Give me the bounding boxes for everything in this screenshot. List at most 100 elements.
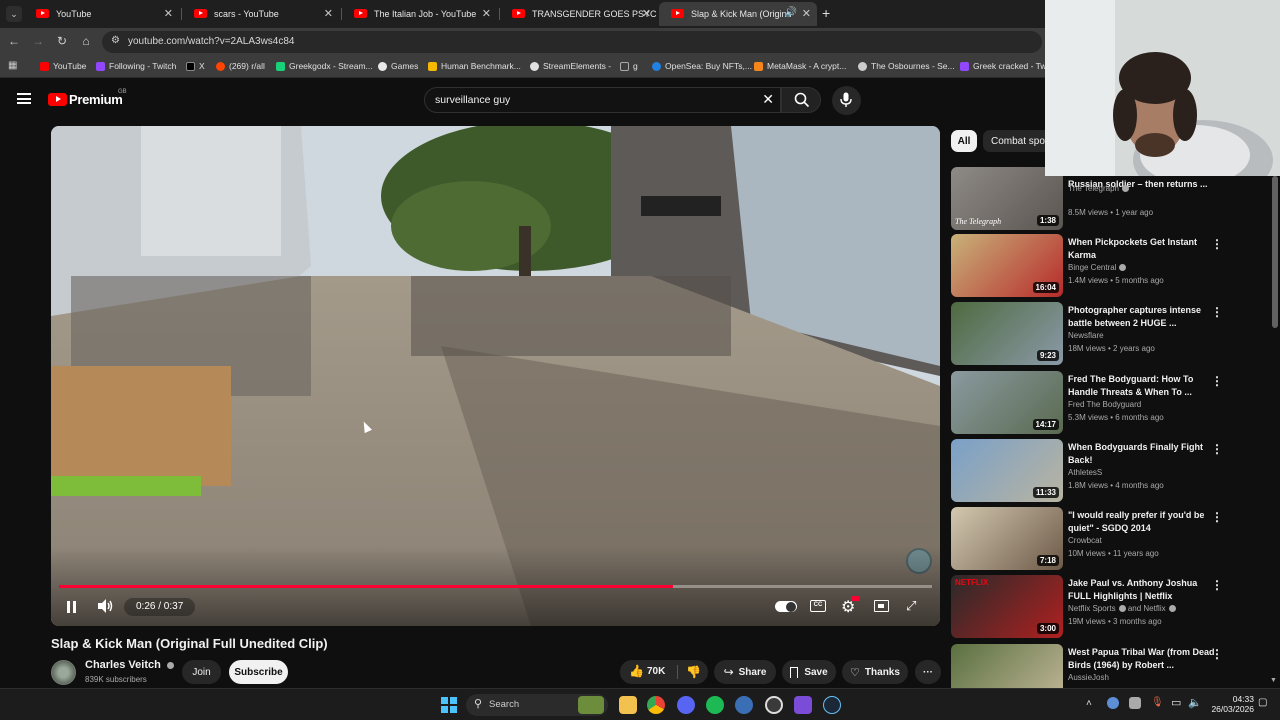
notifications-icon[interactable]: ▢ [1258, 697, 1267, 708]
browser-tab[interactable]: TRANSGENDER GOES PSYCHO ✕ [500, 2, 657, 26]
ccleaner-icon[interactable] [735, 696, 753, 714]
windows-start-icon[interactable] [440, 696, 458, 714]
close-tab-icon[interactable]: ✕ [482, 7, 491, 20]
address-bar[interactable]: ⚙ youtube.com/watch?v=2ALA3ws4c84 [102, 31, 1042, 53]
bookmark-twitch[interactable]: Following - Twitch [96, 61, 176, 71]
recommended-channel[interactable]: Binge Central [1068, 263, 1127, 272]
video-thumbnail[interactable] [951, 644, 1063, 688]
more-actions-button[interactable]: ··· [915, 660, 941, 684]
steam-icon[interactable] [823, 696, 841, 714]
thanks-button[interactable]: ♡ Thanks [842, 660, 908, 684]
video-thumbnail[interactable]: 16:04 [951, 234, 1063, 297]
dislike-button[interactable]: 👎 [678, 660, 708, 684]
recommended-video-title[interactable]: Photographer captures intense battle bet… [1068, 304, 1218, 329]
close-tab-icon[interactable]: ✕ [324, 7, 333, 20]
bookmark-games[interactable]: Games [378, 61, 418, 71]
bookmark-reddit[interactable]: (269) r/all [216, 61, 265, 71]
more-options-icon[interactable]: ⋮ [1211, 647, 1223, 661]
bookmark-twitch-greek[interactable]: Greek cracked - Twi... [960, 61, 1056, 71]
recommended-video[interactable]: 14:17 Fred The Bodyguard: How To Handle T… [951, 371, 1273, 435]
site-info-icon[interactable]: ⚙ [111, 35, 120, 46]
forward-icon[interactable]: → [30, 34, 46, 48]
chrome-icon[interactable] [647, 696, 665, 714]
autoplay-toggle[interactable] [775, 601, 797, 612]
browser-tab[interactable]: YouTube ✕ [24, 2, 179, 26]
voice-search-button[interactable] [832, 86, 861, 115]
video-thumbnail[interactable]: 9:23 [951, 302, 1063, 365]
tray-app-icon[interactable] [1129, 697, 1141, 709]
spotify-icon[interactable] [706, 696, 724, 714]
more-options-icon[interactable]: ⋮ [1211, 578, 1223, 592]
video-thumbnail[interactable]: 14:17 [951, 371, 1063, 434]
search-button[interactable] [781, 87, 821, 113]
more-options-icon[interactable]: ⋮ [1211, 305, 1223, 319]
sidebar-scrollbar[interactable] [1272, 176, 1278, 328]
more-options-icon[interactable]: ⋮ [1211, 442, 1223, 456]
bookmark-metamask[interactable]: MetaMask - A crypt... [754, 61, 846, 71]
recommended-video[interactable]: NETFLIX 3:00 Jake Paul vs. Anthony Joshua … [951, 575, 1273, 639]
search-input[interactable]: surveillance guy ✕ [424, 87, 781, 113]
bookmark-greekgodx[interactable]: Greekgodx - Stream... [276, 61, 373, 71]
recommended-video[interactable]: 7:18 "I would really prefer if you'd be q… [951, 507, 1273, 571]
recommended-video[interactable]: The Telegraph 1:38 Russian soldier – then … [951, 167, 1273, 231]
new-tab-icon[interactable]: + [822, 5, 830, 21]
save-button[interactable]: Save [782, 660, 836, 684]
microphone-tray-icon[interactable]: 🎙 [1151, 697, 1164, 708]
recommended-channel[interactable]: AthletesS [1068, 468, 1102, 477]
more-options-icon[interactable]: ⋮ [1211, 510, 1223, 524]
scroll-down-arrow-icon[interactable]: ▼ [1270, 677, 1277, 684]
obs-icon[interactable] [765, 696, 783, 714]
taskbar-search[interactable]: ⚲ Search [466, 694, 608, 716]
browser-tab-active[interactable]: Slap & Kick Man (Original F 🔊 ✕ [659, 2, 817, 26]
reload-icon[interactable]: ↻ [54, 34, 70, 48]
back-icon[interactable]: ← [6, 34, 22, 48]
miniplayer-button[interactable] [874, 600, 889, 612]
join-button[interactable]: Join [182, 660, 221, 684]
recommended-video-title[interactable]: Jake Paul vs. Anthony Joshua FULL Highli… [1068, 577, 1218, 602]
bookmark-folder-g[interactable]: g [620, 61, 638, 71]
recommended-video-title[interactable]: West Papua Tribal War (from Dead Birds (… [1068, 646, 1218, 671]
tray-app-icon[interactable] [1107, 697, 1119, 709]
recommended-channel[interactable]: Netflix Sports and Netflix [1068, 604, 1176, 613]
discord-icon[interactable] [677, 696, 695, 714]
bookmark-human-benchmark[interactable]: Human Benchmark... [428, 61, 521, 71]
settings-button[interactable]: ⚙ [841, 596, 859, 617]
clear-search-icon[interactable]: ✕ [762, 91, 774, 108]
recommended-video[interactable]: 11:33 When Bodyguards Finally Fight Back!… [951, 439, 1273, 503]
bookmark-streamelements[interactable]: StreamElements - [530, 61, 611, 71]
video-thumbnail[interactable]: NETFLIX 3:00 [951, 575, 1063, 638]
speaker-icon[interactable]: 🔈 [1188, 696, 1202, 709]
close-tab-icon[interactable]: ✕ [802, 7, 811, 20]
recommended-video-title[interactable]: "I would really prefer if you'd be quiet… [1068, 509, 1218, 534]
subscribe-button[interactable]: Subscribe [229, 660, 288, 684]
recommended-channel[interactable]: Fred The Bodyguard [1068, 400, 1141, 409]
video-thumbnail[interactable]: The Telegraph 1:38 [951, 167, 1063, 230]
home-icon[interactable]: ⌂ [78, 34, 94, 48]
bookmark-x[interactable]: X [186, 61, 205, 71]
bookmark-opensea[interactable]: OpenSea: Buy NFTs,... [652, 61, 752, 71]
pause-button[interactable] [63, 598, 81, 616]
apps-grid-icon[interactable]: ▦ [8, 60, 17, 71]
network-icon[interactable]: ▭ [1171, 696, 1181, 709]
clock[interactable]: 04:33 26/03/2026 [1206, 694, 1254, 714]
share-button[interactable]: ↪ Share [714, 660, 776, 684]
recommended-video[interactable]: 9:23 Photographer captures intense battle… [951, 302, 1273, 366]
subtitles-button[interactable]: CC [810, 600, 826, 612]
tab-audio-icon[interactable]: 🔊 [785, 7, 797, 18]
recommended-video-title[interactable]: When Pickpockets Get Instant Karma [1068, 236, 1218, 261]
recommended-channel[interactable]: Crowbcat [1068, 536, 1102, 545]
video-player[interactable]: 0:26 / 0:37 CC ⚙ ⤢ [51, 126, 940, 626]
video-thumbnail[interactable]: 7:18 [951, 507, 1063, 570]
recommended-channel[interactable]: Newsflare [1068, 331, 1104, 340]
close-tab-icon[interactable]: ✕ [642, 7, 651, 20]
tab-list-dropdown-icon[interactable]: ⌄ [6, 6, 22, 22]
channel-avatar[interactable] [51, 660, 76, 685]
recommended-channel[interactable]: AussieJosh [1068, 673, 1109, 682]
more-options-icon[interactable]: ⋮ [1211, 374, 1223, 388]
app-grid-icon[interactable] [794, 696, 812, 714]
tray-chevron-icon[interactable]: ˄ [1086, 698, 1092, 709]
recommended-video-title[interactable]: When Bodyguards Finally Fight Back! [1068, 441, 1218, 466]
chip-all[interactable]: All [951, 130, 977, 152]
browser-tab[interactable]: scars - YouTube ✕ [182, 2, 339, 26]
bookmark-youtube[interactable]: YouTube [40, 61, 86, 71]
